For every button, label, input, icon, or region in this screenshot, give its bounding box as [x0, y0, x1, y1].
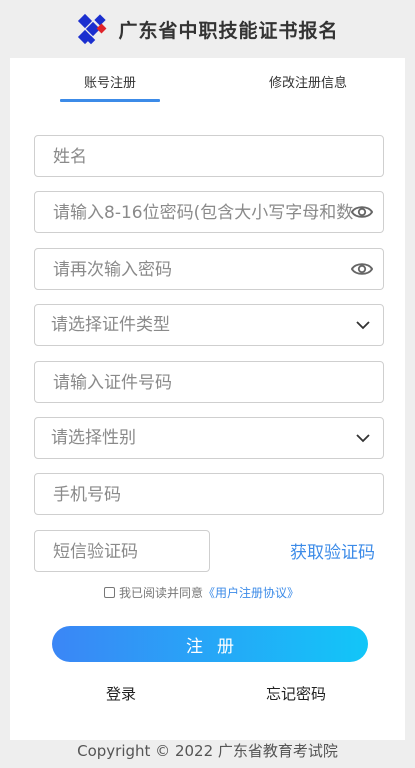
tab-bar: 账号注册 修改注册信息 [10, 58, 405, 106]
gender-select[interactable]: 请选择性别 [34, 417, 384, 459]
get-code-button[interactable]: 获取验证码 [290, 538, 375, 563]
page-title: 广东省中职技能证书报名 [118, 19, 339, 42]
chevron-down-icon[interactable] [355, 318, 371, 332]
password-confirm-field[interactable] [34, 248, 384, 291]
login-link[interactable]: 登录 [106, 683, 136, 704]
password-field[interactable] [34, 191, 384, 234]
footer-copyright: Copyright © 2022 广东省教育考试院 [77, 742, 338, 760]
agree-text: 我已阅读并同意 [119, 586, 204, 600]
agree-checkbox[interactable] [104, 587, 115, 598]
eye-icon[interactable] [351, 259, 373, 279]
id-number-field[interactable] [34, 361, 384, 404]
phone-field[interactable] [34, 473, 384, 516]
gender-placeholder: 请选择性别 [51, 428, 136, 448]
sms-code-field[interactable] [34, 530, 210, 573]
id-type-placeholder: 请选择证件类型 [51, 315, 170, 335]
name-input[interactable] [51, 136, 355, 178]
sms-code-input[interactable] [51, 531, 205, 573]
password-input[interactable] [51, 192, 355, 234]
forgot-password-link[interactable]: 忘记密码 [266, 683, 326, 704]
register-button[interactable]: 注册 [52, 626, 368, 662]
tab-account-register[interactable]: 账号注册 [60, 72, 160, 91]
logo-icon [76, 12, 110, 46]
agreement-link[interactable]: 《用户注册协议》 [203, 584, 299, 601]
agreement-row: 我已阅读并同意 《用户注册协议》 [104, 584, 299, 601]
tab-modify-info[interactable]: 修改注册信息 [258, 72, 358, 91]
phone-input[interactable] [51, 474, 355, 516]
chevron-down-icon[interactable] [355, 431, 371, 445]
registration-card: 账号注册 修改注册信息 请选择证件类型 请选择性别 [10, 58, 405, 740]
id-type-select[interactable]: 请选择证件类型 [34, 304, 384, 346]
eye-icon[interactable] [351, 202, 373, 222]
active-tab-indicator [60, 99, 160, 102]
password-confirm-input[interactable] [51, 249, 355, 291]
header: 广东省中职技能证书报名 [0, 0, 415, 58]
id-number-input[interactable] [51, 362, 355, 404]
name-field[interactable] [34, 135, 384, 178]
